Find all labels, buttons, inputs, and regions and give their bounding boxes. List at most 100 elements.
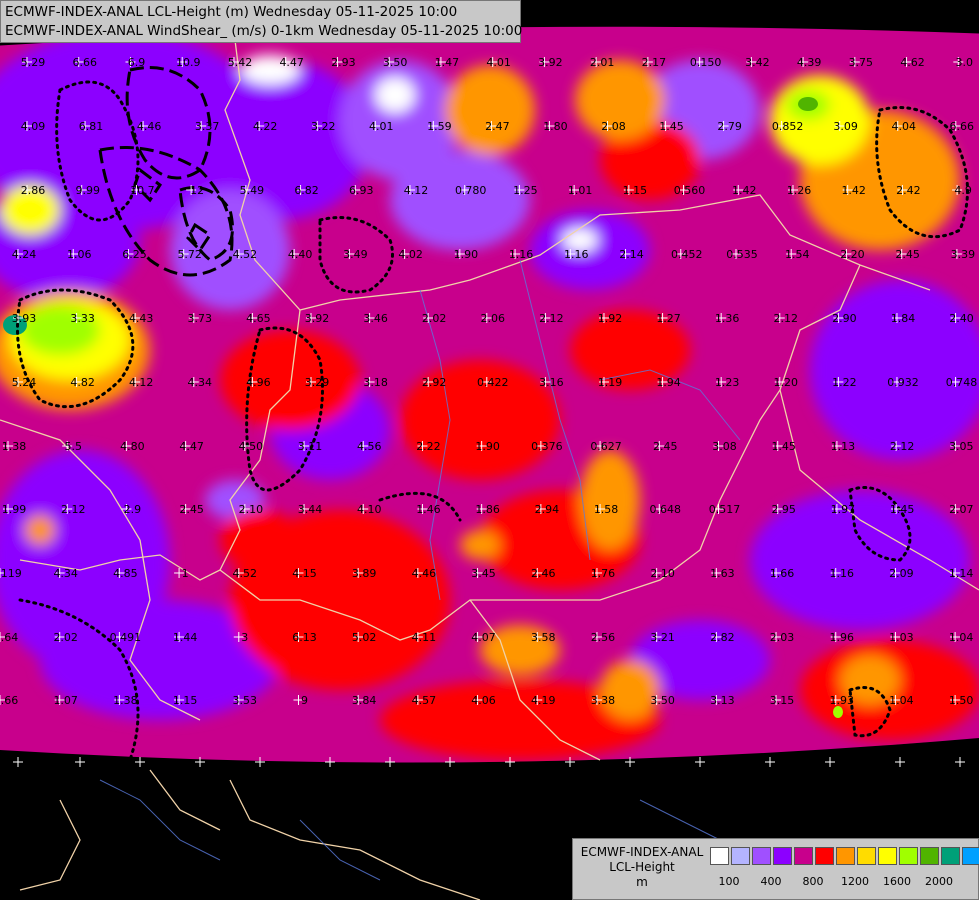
wind-shear-value: 5.29 [21,56,46,69]
wind-shear-value: 3.42 [745,56,770,69]
wind-shear-value: 3.50 [650,694,675,707]
legend-swatch [710,847,729,865]
wind-shear-value: 4.82 [70,376,95,389]
wind-shear-value: 1.50 [949,694,974,707]
wind-shear-value: 4.43 [129,312,154,325]
wind-shear-value: 2.40 [949,312,974,325]
wind-shear-value: 2.95 [771,503,796,516]
legend-swatch [731,847,750,865]
legend-swatch [962,847,979,865]
wind-shear-value: 6.93 [349,184,374,197]
wind-shear-value: 2.22 [416,440,441,453]
wind-shear-value: 3.73 [188,312,213,325]
wind-shear-value: 5.72 [177,248,202,261]
wind-shear-value: 2.45 [653,440,678,453]
wind-shear-value: 2.20 [840,248,865,261]
wind-shear-value: 2.02 [53,631,78,644]
legend-tick-label: 400 [760,875,782,888]
wind-shear-value: 1.42 [841,184,866,197]
wind-shear-value: 2.02 [422,312,447,325]
wind-shear-value: 1.66 [0,694,18,707]
wind-shear-value: 1.19 [598,376,623,389]
wind-shear-value: 4.24 [12,248,37,261]
wind-shear-value: 1.01 [568,184,593,197]
wind-shear-value: 3.11 [298,440,323,453]
wind-shear-value: 4.19 [531,694,556,707]
wind-shear-value: 4.46 [137,120,162,133]
legend-tick-label: 100 [718,875,740,888]
wind-shear-value: 3.38 [591,694,616,707]
wind-shear-value: 2.79 [717,120,742,133]
wind-shear-value: 1.38 [2,440,27,453]
wind-shear-value: 0.517 [709,503,741,516]
wind-shear-value: 4.11 [412,631,437,644]
wind-shear-value: 3.58 [531,631,556,644]
wind-shear-value: 4.02 [398,248,423,261]
wind-shear-value: 4.65 [246,312,271,325]
wind-shear-value: 2.90 [832,312,857,325]
wind-shear-value: 9.99 [75,184,100,197]
wind-shear-value: 1.45 [659,120,684,133]
wind-shear-value: 6.66 [950,120,975,133]
wind-shear-value: 2.09 [889,567,914,580]
wind-shear-value: 3.89 [352,567,377,580]
legend-swatch [794,847,813,865]
wind-shear-value: 1.94 [656,376,681,389]
wind-shear-value: 6.66 [72,56,97,69]
wind-shear-value: 2.9 [124,503,142,516]
wind-shear-value: 2.12 [539,312,564,325]
wind-shear-value: 2.03 [770,631,795,644]
wind-shear-value: 4.85 [113,567,138,580]
wind-shear-value: 2.42 [896,184,921,197]
legend-swatch [773,847,792,865]
wind-shear-value: 4.40 [288,248,313,261]
wind-shear-value: 0.535 [726,248,758,261]
wind-shear-value: 1.38 [113,694,138,707]
wind-shear-value: 2.10 [650,567,675,580]
wind-shear-value: 2.56 [591,631,616,644]
wind-shear-value: 3.37 [195,120,220,133]
wind-shear-value: 3.15 [770,694,795,707]
wind-shear-value: 4.62 [900,56,925,69]
wind-shear-value: 1.66 [770,567,795,580]
wind-shear-value: 1.86 [475,503,500,516]
wind-shear-value: 3.84 [352,694,377,707]
wind-shear-value: 2.17 [642,56,667,69]
wind-shear-value: 3.44 [298,503,323,516]
wind-shear-value: 4.56 [357,440,382,453]
wind-shear-value: 6.25 [122,248,147,261]
wind-shear-value: 3.93 [12,312,37,325]
legend-swatch [878,847,897,865]
wind-shear-value: 2.07 [949,503,974,516]
wind-shear-value: 1.44 [173,631,198,644]
legend-swatch [857,847,876,865]
wind-shear-value: 2.12 [890,440,915,453]
wind-shear-value: 1.45 [771,440,796,453]
wind-shear-value: 4.12 [129,376,154,389]
wind-shear-value: 0.452 [671,248,703,261]
legend-swatch [752,847,771,865]
wind-shear-value: 3 [241,631,248,644]
wind-shear-value: 4.04 [891,120,916,133]
legend-swatch [836,847,855,865]
wind-shear-value: 3.22 [311,120,336,133]
wind-shear-value: 0.852 [772,120,804,133]
wind-shear-value: 2.45 [179,503,204,516]
wind-shear-value: 1 [182,567,189,580]
wind-shear-value: 4.06 [471,694,496,707]
wind-shear-value: 1.58 [594,503,619,516]
wind-shear-value: 3.39 [951,248,976,261]
legend-title-model: ECMWF-INDEX-ANAL [580,845,704,859]
wind-shear-value: 4.47 [179,440,204,453]
wind-shear-value: 3.75 [849,56,874,69]
wind-shear-value: 3.16 [539,376,564,389]
wind-shear-value: 6.81 [79,120,104,133]
title-lcl-height: ECMWF-INDEX-ANAL LCL-Height (m) Wednesda… [5,4,458,20]
wind-shear-value: 4.52 [233,248,258,261]
wind-shear-value: 0.932 [887,376,919,389]
wind-shear-value: 2.10 [239,503,264,516]
wind-shear-value: 2.46 [531,567,556,580]
wind-shear-value: 1.03 [889,631,914,644]
wind-shear-value: 1.45 [890,503,915,516]
wind-shear-value: 4.10 [357,503,382,516]
